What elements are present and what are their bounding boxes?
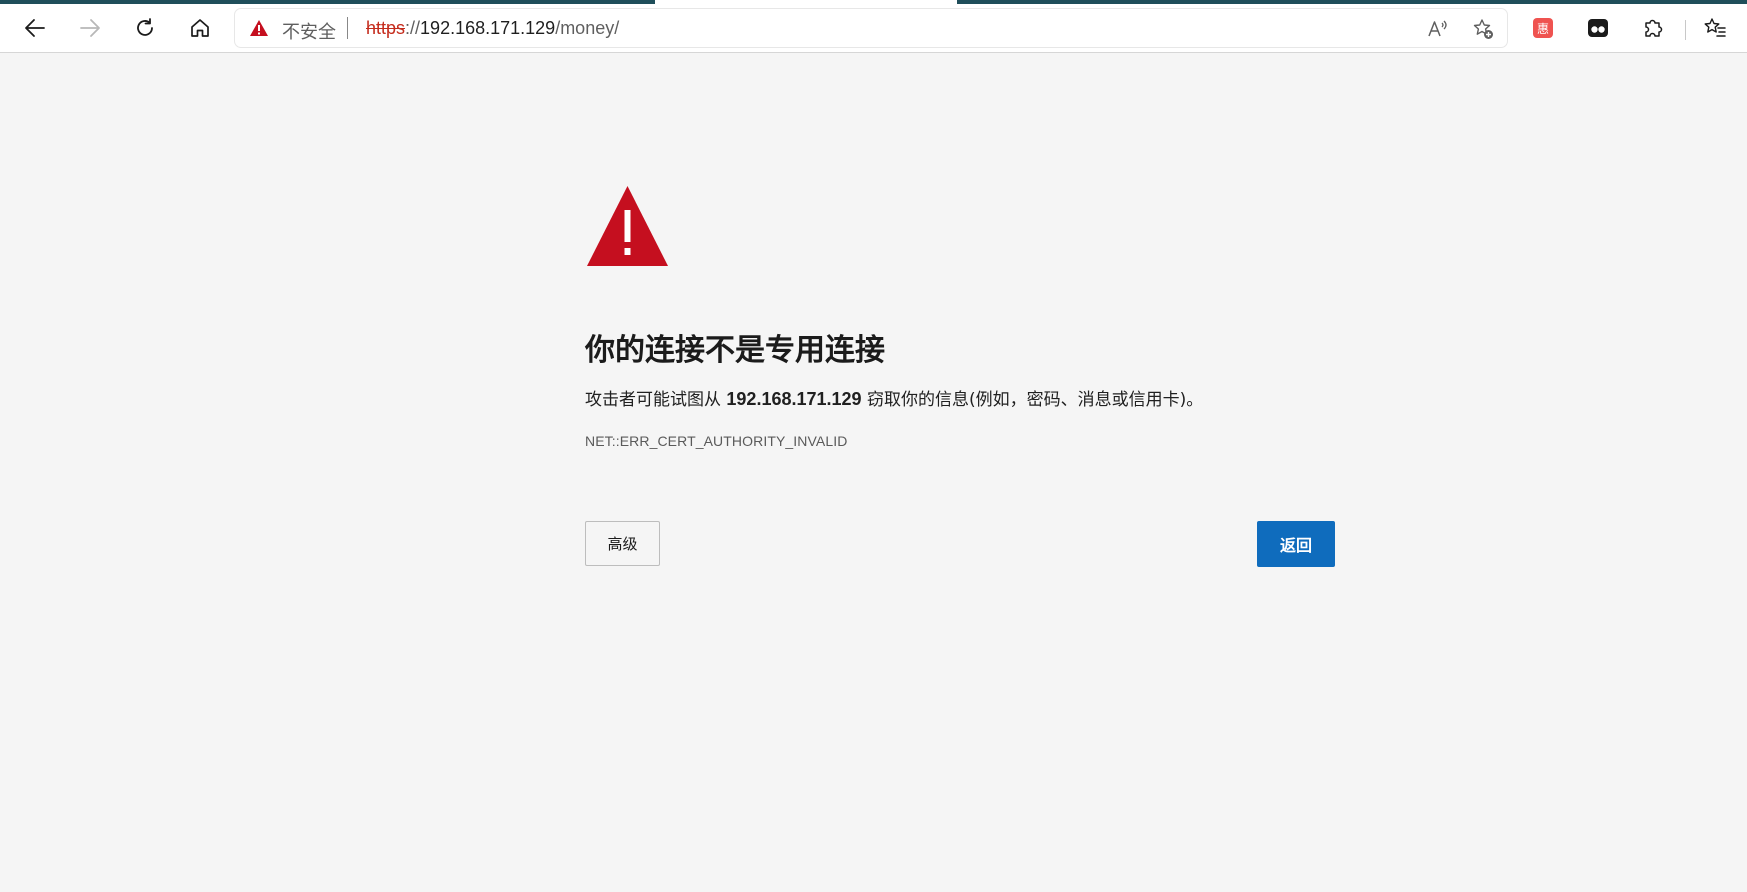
- toolbar-separator: [1685, 20, 1686, 40]
- error-code[interactable]: NET::ERR_CERT_AUTHORITY_INVALID: [585, 433, 847, 449]
- arrow-right-icon: [80, 19, 100, 37]
- url-separator: ://: [405, 18, 421, 38]
- not-secure-label[interactable]: 不安全: [282, 18, 336, 44]
- page-title: 你的连接不是专用连接: [585, 333, 885, 368]
- arrow-left-icon: [25, 19, 45, 37]
- desc-prefix: 攻击者可能试图从: [585, 390, 727, 410]
- url-path: /money/: [555, 18, 620, 38]
- url-text[interactable]: https://192.168.171.129/money/: [366, 18, 619, 39]
- refresh-icon: [137, 18, 153, 36]
- favorites-button[interactable]: [1697, 10, 1733, 46]
- home-icon: [191, 19, 209, 37]
- extension-button-1[interactable]: 惠: [1525, 10, 1561, 46]
- go-back-button[interactable]: 返回: [1257, 521, 1335, 567]
- warning-triangle-icon: [587, 186, 668, 266]
- advanced-button[interactable]: 高级: [585, 521, 660, 566]
- extensions-button[interactable]: [1635, 10, 1671, 46]
- error-description: 攻击者可能试图从 192.168.171.129 窃取你的信息(例如，密码、消息…: [585, 385, 1203, 410]
- favorites-list-icon: [1704, 18, 1726, 37]
- add-favorite-button[interactable]: [1472, 18, 1494, 40]
- read-aloud-icon: [1428, 20, 1447, 37]
- browser-toolbar: 不安全 https://192.168.171.129/money/ 惠: [0, 4, 1747, 53]
- desc-suffix: 窃取你的信息(例如，密码、消息或信用卡)。: [861, 390, 1204, 410]
- url-scheme: https: [366, 18, 406, 38]
- glasses-extension-icon: [1588, 19, 1608, 37]
- address-bar[interactable]: 不安全 https://192.168.171.129/money/: [235, 9, 1507, 47]
- extension-button-2[interactable]: [1580, 10, 1616, 46]
- puzzle-icon: [1645, 19, 1663, 37]
- forward-button[interactable]: [72, 10, 108, 46]
- star-add-icon: [1473, 19, 1493, 39]
- extension-badge: 惠: [1533, 18, 1553, 38]
- not-secure-warning-icon[interactable]: [249, 19, 269, 37]
- home-button[interactable]: [182, 10, 218, 46]
- back-button[interactable]: [17, 10, 53, 46]
- url-host: 192.168.171.129: [420, 18, 556, 38]
- read-aloud-button[interactable]: [1427, 18, 1449, 40]
- refresh-button[interactable]: [127, 10, 163, 46]
- desc-host: 192.168.171.129: [726, 389, 862, 409]
- address-divider: [347, 17, 348, 39]
